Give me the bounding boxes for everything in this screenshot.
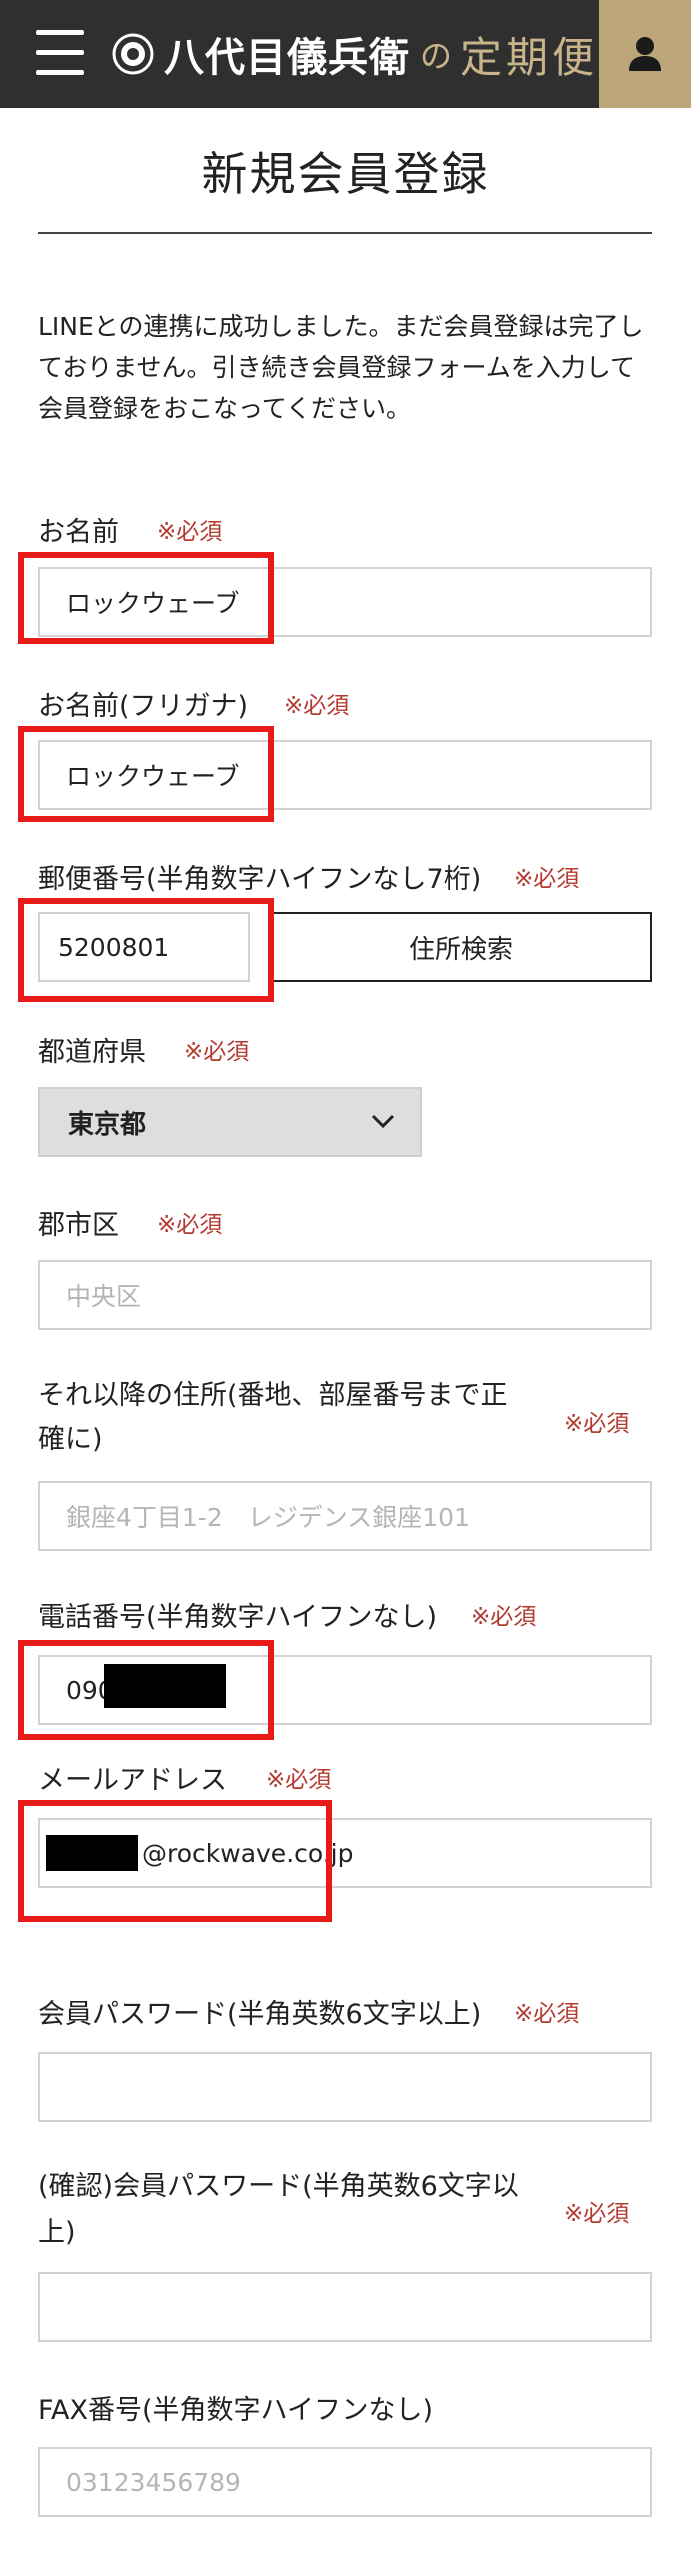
- user-icon: [629, 37, 661, 71]
- notice-line: LINEとの連携に成功しました。まだ会員登録は完了し: [38, 312, 644, 341]
- required-mark: ※必須: [157, 1212, 223, 1238]
- password-label: 会員パスワード(半角英数6文字以上): [38, 1999, 482, 2030]
- menu-icon[interactable]: [36, 30, 84, 76]
- address-label: それ以降の住所(番地、部屋番号まで正 確に): [38, 1374, 508, 1462]
- site-header: 八代目儀兵衛 の 定期便: [0, 0, 691, 108]
- fax-label: FAX番号(半角数字ハイフンなし): [38, 2395, 434, 2426]
- name-input[interactable]: ロックウェーブ: [38, 567, 652, 637]
- address-label-line: 確に): [38, 1424, 103, 1455]
- prefecture-label: 都道府県: [38, 1037, 146, 1068]
- chevron-down-icon: [371, 1114, 395, 1129]
- redaction-block: [104, 1664, 226, 1708]
- notice-line: 会員登録をおこなってください。: [38, 394, 412, 423]
- address-search-button[interactable]: 住所検索: [270, 912, 652, 982]
- required-mark: ※必須: [184, 1039, 250, 1065]
- account-button[interactable]: [599, 0, 691, 108]
- city-input[interactable]: 中央区: [38, 1260, 652, 1330]
- brand-name: 八代目儀兵衛: [164, 34, 410, 81]
- required-mark: ※必須: [471, 1604, 537, 1630]
- redaction-block: [46, 1835, 138, 1871]
- password-confirm-label: (確認)会員パスワード(半角英数6文字以 上): [38, 2164, 519, 2256]
- required-mark: ※必須: [157, 519, 223, 545]
- brand-subtitle: 定期便: [460, 32, 599, 82]
- email-visible-domain: @rockwave.co.jp: [142, 1838, 354, 1868]
- postal-input[interactable]: 5200801: [38, 912, 250, 982]
- title-divider: [38, 232, 652, 234]
- line-link-notice: LINEとの連携に成功しました。まだ会員登録は完了し ておりません。引き続き会員…: [38, 306, 658, 429]
- required-mark: ※必須: [564, 2201, 630, 2227]
- required-mark: ※必須: [564, 1411, 630, 1437]
- brand-logo[interactable]: 八代目儀兵衛 の 定期便: [112, 24, 598, 84]
- prefecture-value: 東京都: [68, 1109, 147, 1140]
- brand-particle: の: [420, 37, 453, 75]
- password-confirm-label-line: (確認)会員パスワード(半角英数6文字以: [38, 2171, 519, 2202]
- fax-input[interactable]: 03123456789: [38, 2447, 652, 2517]
- password-confirm-label-line: 上): [38, 2217, 76, 2248]
- password-input[interactable]: [38, 2052, 652, 2122]
- address-input[interactable]: 銀座4丁目1-2 レジデンス銀座101: [38, 1481, 652, 1551]
- address-label-line: それ以降の住所(番地、部屋番号まで正: [38, 1380, 508, 1411]
- name-label: お名前: [38, 517, 119, 548]
- required-mark: ※必須: [514, 2001, 580, 2027]
- phone-label: 電話番号(半角数字ハイフンなし): [38, 1602, 438, 1633]
- email-label: メールアドレス: [38, 1765, 227, 1796]
- postal-label: 郵便番号(半角数字ハイフンなし7桁): [38, 864, 482, 895]
- password-confirm-input[interactable]: [38, 2272, 652, 2342]
- city-label: 郡市区: [38, 1210, 119, 1241]
- name-kana-label: お名前(フリガナ): [38, 691, 249, 722]
- required-mark: ※必須: [284, 693, 350, 719]
- notice-line: ておりません。引き続き会員登録フォームを入力して: [38, 353, 636, 382]
- page-title: 新規会員登録: [201, 147, 490, 201]
- email-input[interactable]: @rockwave.co.jp: [38, 1818, 652, 1888]
- crest-icon: [112, 33, 154, 75]
- name-kana-input[interactable]: ロックウェーブ: [38, 740, 652, 810]
- prefecture-select[interactable]: 東京都: [38, 1087, 422, 1157]
- required-mark: ※必須: [514, 866, 580, 892]
- required-mark: ※必須: [266, 1767, 332, 1793]
